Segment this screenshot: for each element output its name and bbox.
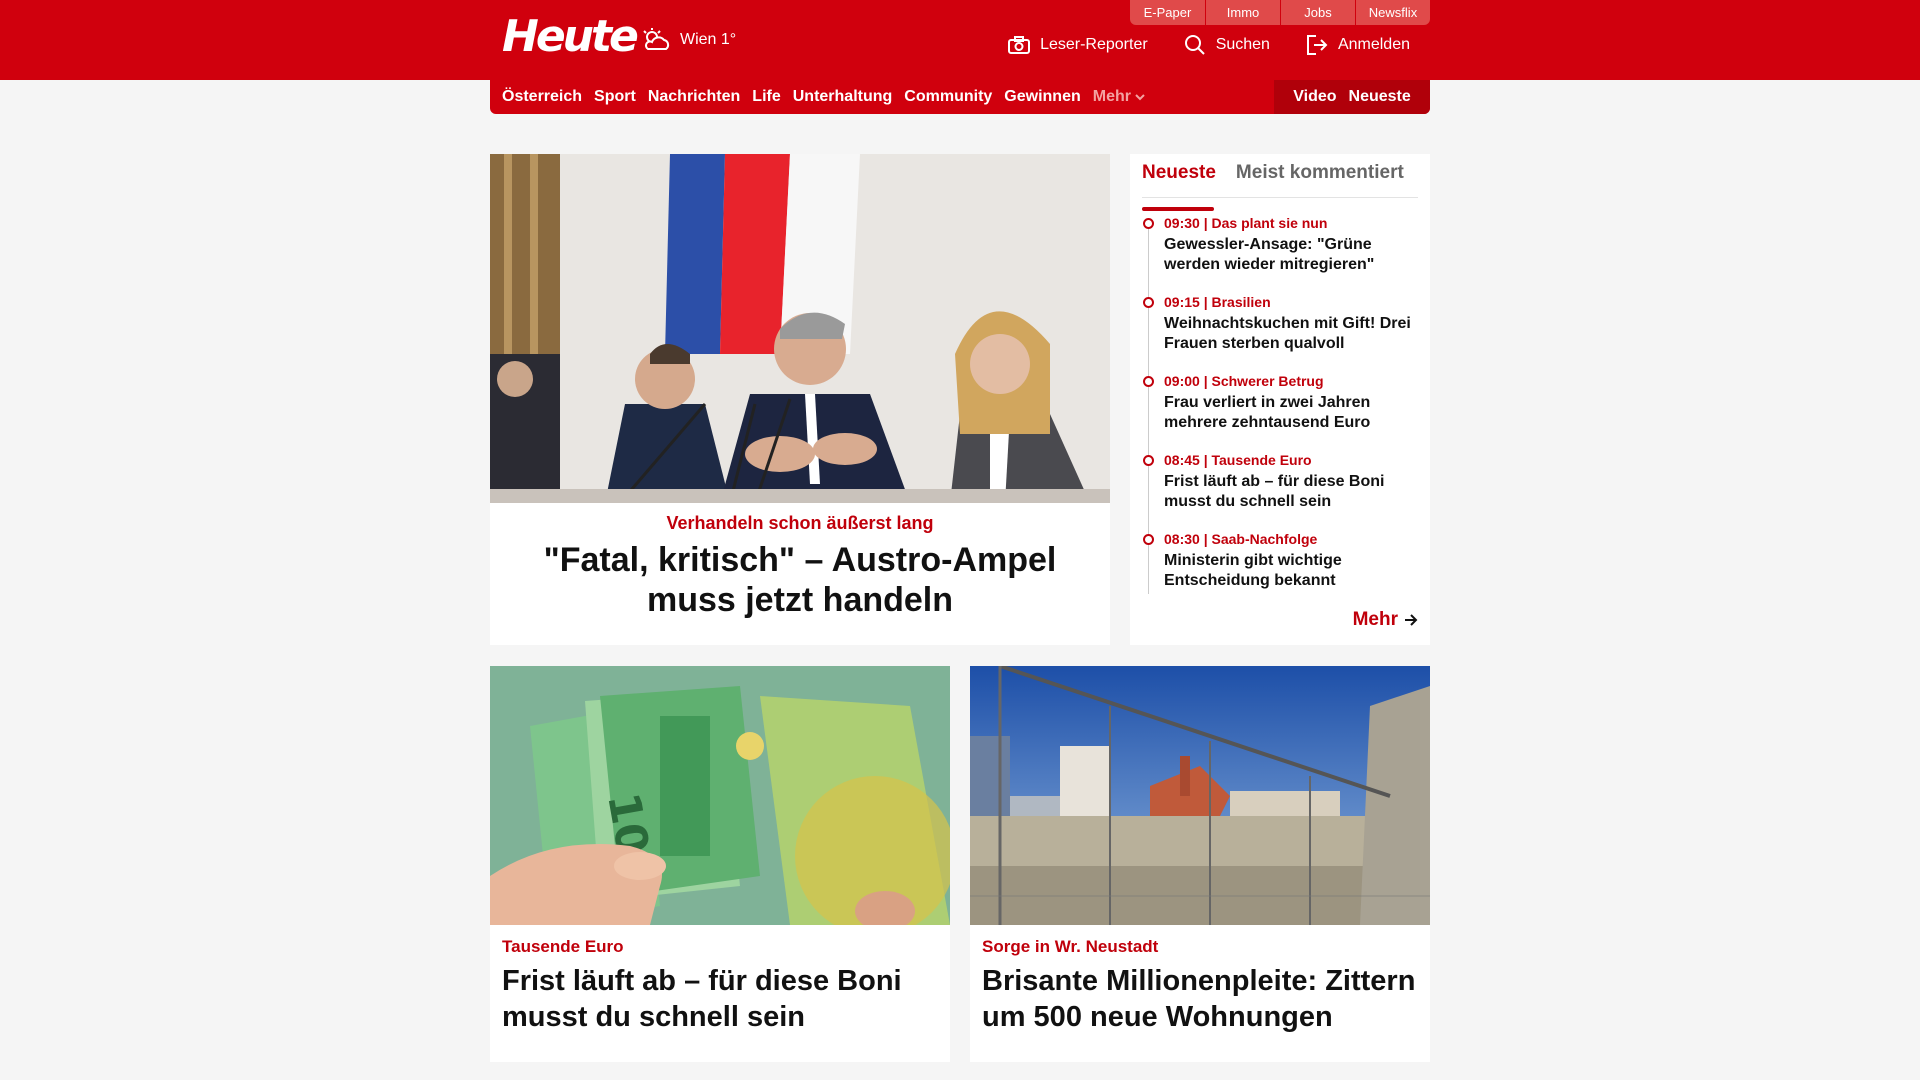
cloud-sun-icon — [643, 28, 670, 50]
ticker-item[interactable]: 09:15 | Brasilien Weihnachtskuchen mit G… — [1142, 293, 1418, 354]
ticker-item-title[interactable]: Frau verliert in zwei Jahren mehrere zeh… — [1164, 393, 1418, 433]
article-card-title[interactable]: Brisante Millionenpleite: Zittern um 500… — [982, 963, 1418, 1035]
service-tab-immo[interactable]: Immo — [1205, 0, 1280, 25]
lead-article-image[interactable] — [490, 154, 1110, 503]
timeline-dot-icon — [1143, 297, 1154, 308]
login-button[interactable]: Anmelden — [1306, 34, 1410, 56]
article-card-image[interactable] — [970, 666, 1430, 925]
nav-item-community[interactable]: Community — [904, 88, 992, 106]
service-tab-epaper[interactable]: E-Paper — [1130, 0, 1205, 25]
weather-widget[interactable]: Wien 1° — [640, 28, 736, 52]
login-label: Anmelden — [1337, 36, 1410, 53]
lead-article[interactable]: Verhandeln schon äußerst lang "Fatal, kr… — [490, 154, 1110, 645]
ticker-item[interactable]: 08:30 | Saab-Nachfolge Ministerin gibt w… — [1142, 530, 1418, 591]
timeline-dot-icon — [1143, 218, 1154, 229]
article-card-kicker: Tausende Euro — [502, 937, 624, 956]
ticker-item[interactable]: 09:00 | Schwerer Betrug Frau verliert in… — [1142, 372, 1418, 433]
search-button[interactable]: Suchen — [1184, 34, 1270, 56]
nav-item-video[interactable]: Video — [1293, 88, 1336, 106]
nav-item-gewinnen[interactable]: Gewinnen — [1004, 88, 1080, 106]
ticker-item-meta: 09:15 | Brasilien — [1164, 294, 1271, 310]
chevron-down-icon — [1135, 94, 1145, 101]
nav-item-oesterreich[interactable]: Österreich — [502, 88, 582, 106]
timeline-dot-icon — [1143, 534, 1154, 545]
article-card[interactable]: Sorge in Wr. Neustadt Brisante Millionen… — [970, 666, 1430, 1062]
ticker-item[interactable]: 09:30 | Das plant sie nun Gewessler-Ansa… — [1142, 214, 1418, 275]
header-tools: Leser-Reporter Suchen Anmelden — [1008, 34, 1410, 56]
timeline-dot-icon — [1143, 455, 1154, 466]
ticker-more-label: Mehr — [1352, 609, 1398, 630]
ticker-item-meta: 09:00 | Schwerer Betrug — [1164, 373, 1324, 389]
login-icon — [1306, 35, 1328, 55]
nav-item-life[interactable]: Life — [752, 88, 780, 106]
leser-reporter-button[interactable]: Leser-Reporter — [1008, 34, 1148, 56]
article-card[interactable]: 100 Tausende Euro Frist läuft ab – für d… — [490, 666, 950, 1062]
nav-categories: Österreich Sport Nachrichten Life Unterh… — [502, 80, 1145, 114]
ticker-item-title[interactable]: Gewessler-Ansage: "Grüne werden wieder m… — [1164, 235, 1418, 275]
camera-icon — [1008, 36, 1031, 54]
main-nav: Österreich Sport Nachrichten Life Unterh… — [490, 80, 1430, 114]
search-icon — [1184, 35, 1205, 55]
ticker-list: 09:30 | Das plant sie nun Gewessler-Ansa… — [1142, 214, 1418, 594]
ticker-item-meta: 08:45 | Tausende Euro — [1164, 452, 1312, 468]
construction-site-photo — [970, 666, 1430, 925]
nav-item-sport[interactable]: Sport — [594, 88, 636, 106]
article-card-title[interactable]: Frist läuft ab – für diese Boni musst du… — [502, 963, 938, 1035]
leser-reporter-label: Leser-Reporter — [1040, 36, 1148, 53]
lead-article-title[interactable]: "Fatal, kritisch" – Austro-Ampel muss je… — [490, 540, 1110, 620]
nav-item-nachrichten[interactable]: Nachrichten — [648, 88, 740, 106]
news-ticker: Neueste Meist kommentiert 09:30 | Das pl… — [1130, 154, 1430, 645]
service-tab-jobs[interactable]: Jobs — [1280, 0, 1355, 25]
nav-item-neueste[interactable]: Neueste — [1349, 88, 1411, 106]
press-conference-photo — [490, 154, 1110, 503]
arrow-right-icon — [1405, 614, 1418, 626]
timeline-dot-icon — [1143, 376, 1154, 387]
service-tabs: E-Paper Immo Jobs Newsflix — [1130, 0, 1430, 25]
article-card-kicker: Sorge in Wr. Neustadt — [982, 937, 1159, 956]
search-label: Suchen — [1215, 36, 1270, 53]
euro-banknotes-photo: 100 — [490, 666, 950, 925]
nav-more-button[interactable]: Mehr — [1093, 88, 1145, 106]
service-tab-newsflix[interactable]: Newsflix — [1355, 0, 1430, 25]
ticker-item-meta: 09:30 | Das plant sie nun — [1164, 215, 1328, 231]
tab-neueste[interactable]: Neueste — [1142, 162, 1216, 211]
nav-item-unterhaltung[interactable]: Unterhaltung — [793, 88, 893, 106]
weather-label: Wien 1° — [680, 31, 737, 48]
nav-highlights: Video Neueste — [1274, 80, 1430, 114]
ticker-item-meta: 08:30 | Saab-Nachfolge — [1164, 531, 1318, 547]
tab-meist-kommentiert[interactable]: Meist kommentiert — [1236, 162, 1404, 197]
ticker-item-title[interactable]: Weihnachtskuchen mit Gift! Drei Frauen s… — [1164, 314, 1418, 354]
ticker-tabs: Neueste Meist kommentiert — [1142, 154, 1418, 211]
header-row: Heute Wien 1° E-Paper Immo Jobs Newsflix… — [490, 0, 1430, 80]
ticker-more-link[interactable]: Mehr — [1353, 609, 1418, 631]
ticker-item-title[interactable]: Frist läuft ab – für diese Boni musst du… — [1164, 472, 1418, 512]
lead-article-kicker: Verhandeln schon äußerst lang — [666, 513, 934, 533]
article-card-image[interactable]: 100 — [490, 666, 950, 925]
site-logo[interactable]: Heute — [502, 12, 639, 62]
ticker-item-title[interactable]: Ministerin gibt wichtige Entscheidung be… — [1164, 551, 1418, 591]
nav-more-label: Mehr — [1092, 88, 1131, 105]
ticker-item[interactable]: 08:45 | Tausende Euro Frist läuft ab – f… — [1142, 451, 1418, 512]
